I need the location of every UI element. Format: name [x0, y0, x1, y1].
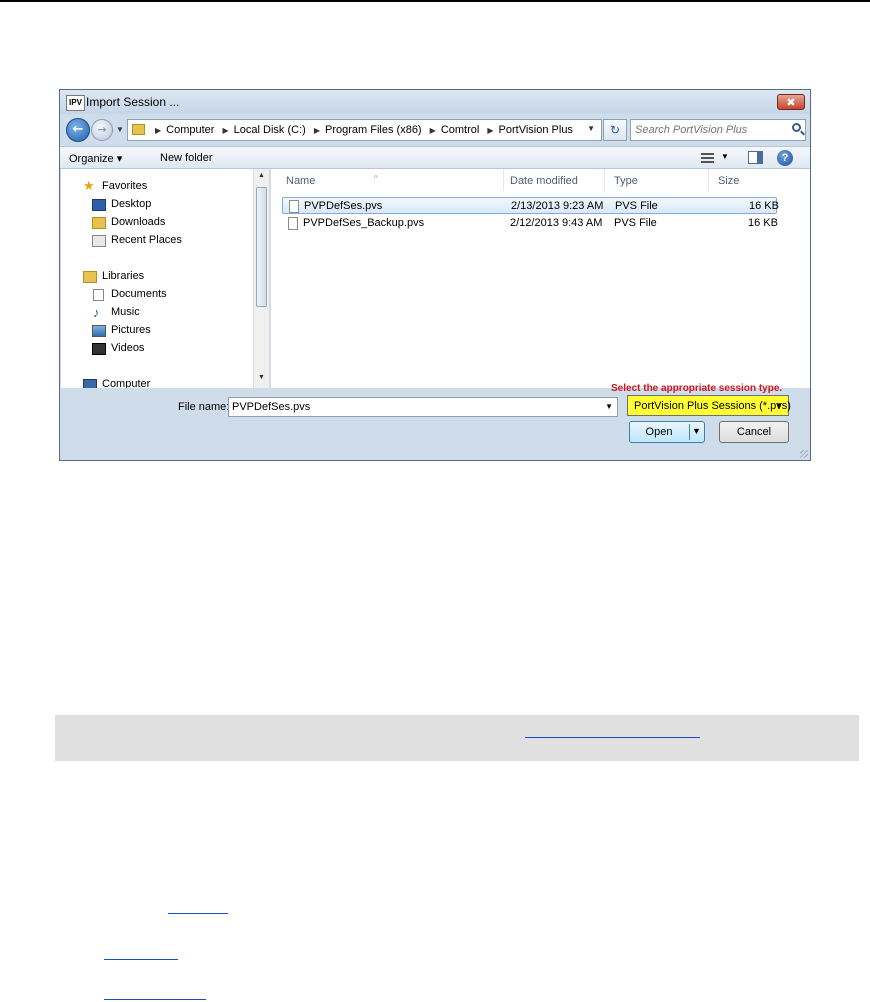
column-header-name[interactable]: Name ^ [286, 174, 378, 187]
recent-pages-dropdown-icon[interactable]: ▼ [116, 125, 124, 134]
refresh-button[interactable]: ↻ [603, 119, 627, 141]
open-button[interactable]: Open ▼ [629, 421, 705, 443]
chevron-right-icon: ▶ [155, 126, 162, 135]
file-icon [288, 217, 298, 230]
resize-grip-icon[interactable] [800, 450, 808, 458]
open-button-label: Open [645, 426, 673, 438]
chevron-right-icon[interactable]: ▶ [314, 126, 320, 135]
chevron-right-icon[interactable]: ▶ [430, 126, 436, 135]
column-header-type[interactable]: Type [614, 175, 638, 187]
scroll-up-icon[interactable]: ▲ [258, 172, 265, 179]
column-header-date-modified[interactable]: Date modified [510, 175, 578, 187]
note-band [55, 715, 859, 761]
breadcrumb-program-files[interactable]: Program Files (x86) [325, 124, 422, 136]
breadcrumb-comtrol[interactable]: Comtrol [441, 124, 480, 136]
preview-pane-icon[interactable] [748, 151, 763, 164]
breadcrumb-portvision-plus[interactable]: PortVision Plus [499, 124, 573, 136]
file-date: 2/12/2013 9:43 AM [510, 217, 603, 229]
breadcrumb-local-disk[interactable]: Local Disk (C:) [234, 124, 306, 136]
open-options-dropdown-icon[interactable]: ▼ [692, 426, 701, 436]
column-divider[interactable] [503, 169, 504, 191]
file-size: 16 KB [748, 217, 778, 229]
videos-icon [92, 343, 106, 355]
search-input[interactable] [635, 122, 780, 138]
file-size: 16 KB [749, 200, 779, 212]
views-dropdown-icon[interactable]: ▼ [721, 152, 729, 161]
help-icon[interactable]: ? [777, 150, 793, 166]
split-divider [689, 424, 690, 440]
computer-icon [83, 379, 97, 388]
desktop-icon [92, 199, 106, 211]
navigation-scrollbar[interactable]: ▲ ▼ [253, 169, 269, 388]
file-name: PVPDefSes.pvs [304, 200, 383, 212]
folder-icon [132, 124, 145, 135]
chevron-right-icon[interactable]: ▶ [223, 126, 229, 135]
breadcrumb: ▶ Computer ▶ Local Disk (C:) ▶ Program File… [150, 124, 573, 136]
music-icon: ♪ [93, 305, 100, 320]
back-button[interactable]: ← [66, 118, 90, 142]
page-link[interactable] [168, 912, 228, 914]
session-type-annotation: Select the appropriate session type. [611, 383, 783, 394]
chevron-down-icon[interactable]: ▼ [605, 402, 613, 411]
navigation-pane: ★ Favorites Desktop Downloads Recent Pla… [61, 169, 269, 388]
recent-places-icon [92, 235, 106, 247]
note-link[interactable] [525, 724, 700, 738]
file-name-label: File name: [178, 401, 230, 413]
column-divider[interactable] [604, 169, 605, 191]
page-link[interactable] [104, 998, 206, 1000]
file-row[interactable]: PVPDefSes_Backup.pvs 2/12/2013 9:43 AM P… [282, 215, 778, 232]
sort-ascending-icon: ^ [374, 174, 378, 183]
command-bar: Organize ▾ New folder ▼ ? [60, 146, 810, 169]
views-icon[interactable] [701, 153, 714, 163]
documents-icon [93, 289, 104, 301]
page-link[interactable] [104, 958, 178, 960]
file-type: PVS File [614, 217, 657, 229]
file-date: 2/13/2013 9:23 AM [511, 200, 604, 212]
address-dropdown-icon[interactable]: ▼ [587, 124, 595, 133]
pictures-icon [92, 325, 106, 337]
import-session-dialog: IPV Import Session ... ✖ ← → ▼ ▶ Computer… [59, 89, 811, 461]
app-icon: IPV [66, 95, 85, 111]
forward-button[interactable]: → [91, 119, 113, 141]
search-box[interactable] [630, 119, 806, 141]
file-type-select[interactable]: PortVision Plus Sessions (*.pvs) ▼ [627, 395, 791, 416]
organize-menu-button[interactable]: Organize ▾ [69, 152, 122, 165]
search-icon[interactable] [792, 123, 801, 132]
navigation-bar: ← → ▼ ▶ Computer ▶ Local Disk (C:) ▶ Progra… [60, 114, 810, 146]
breadcrumb-computer[interactable]: Computer [166, 124, 214, 136]
file-name-input[interactable] [232, 400, 592, 414]
file-name: PVPDefSes_Backup.pvs [303, 217, 425, 229]
file-type: PVS File [615, 200, 658, 212]
page-top-rule [0, 0, 870, 2]
file-row[interactable]: PVPDefSes.pvs 2/13/2013 9:23 AM PVS File… [282, 197, 779, 214]
file-type-value: PortVision Plus Sessions (*.pvs) [634, 400, 791, 412]
column-header-size[interactable]: Size [718, 175, 739, 187]
scroll-down-icon[interactable]: ▼ [258, 374, 265, 381]
file-list: Name ^ Date modified Type Size PVPDefSes… [270, 169, 810, 388]
file-icon [289, 200, 299, 213]
column-divider[interactable] [708, 169, 709, 191]
new-folder-button[interactable]: New folder [160, 152, 213, 164]
cancel-button[interactable]: Cancel [719, 421, 789, 443]
title-bar: IPV Import Session ... ✖ [60, 90, 810, 114]
star-icon: ★ [83, 178, 95, 193]
libraries-icon [83, 271, 97, 283]
chevron-down-icon[interactable]: ▼ [775, 401, 783, 410]
scrollbar-thumb[interactable] [256, 187, 267, 307]
address-bar[interactable]: ▶ Computer ▶ Local Disk (C:) ▶ Program File… [127, 119, 602, 141]
close-button[interactable]: ✖ [777, 94, 805, 110]
downloads-icon [92, 217, 106, 229]
file-name-field[interactable]: ▼ [228, 397, 618, 417]
chevron-right-icon[interactable]: ▶ [487, 126, 493, 135]
dialog-title: Import Session ... [86, 95, 180, 109]
